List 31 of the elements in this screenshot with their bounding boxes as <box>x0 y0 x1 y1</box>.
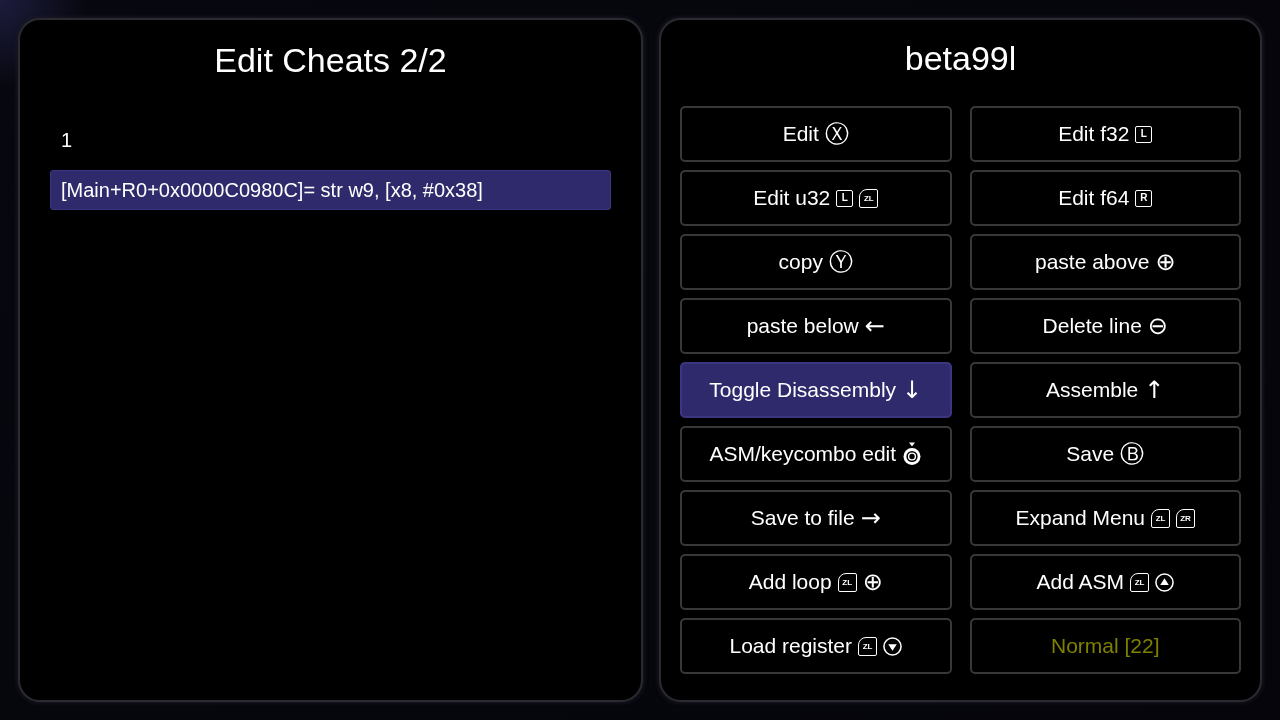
trigger-badge: ZL <box>1151 508 1171 528</box>
trigger-badge: ZL <box>837 572 857 592</box>
trigger-badge: ZR <box>1176 508 1196 528</box>
panel-title: Edit Cheats 2/2 <box>213 40 448 80</box>
menu-button[interactable]: Add loop ZL ⊕ <box>680 554 952 610</box>
menu-button[interactable]: Edit Ⓧ <box>680 106 952 162</box>
menu-button[interactable]: Add ASM ZL <box>969 554 1241 610</box>
menu-button[interactable]: Edit u32 L ZL <box>680 170 952 226</box>
status-button[interactable]: Normal [22] <box>969 618 1241 674</box>
code-line[interactable]: 1 <box>50 120 611 160</box>
joystick-icon <box>902 442 923 466</box>
menu-button[interactable]: Save Ⓑ <box>969 426 1241 482</box>
key-badge: L <box>1135 125 1153 143</box>
panel-title: beta99l <box>903 38 1018 78</box>
menu-button[interactable]: paste below ← <box>680 298 952 354</box>
key-badge: R <box>1135 189 1153 207</box>
menu-button[interactable]: Edit f64 R <box>969 170 1241 226</box>
menu-button[interactable]: Expand Menu ZL ZR <box>969 490 1241 546</box>
menu-button[interactable]: Save to file → <box>680 490 952 546</box>
key-badge: L <box>836 189 854 207</box>
menu-button[interactable]: Load register ZL <box>680 618 952 674</box>
trigger-badge: ZL <box>859 188 879 208</box>
menu-button[interactable]: ASM/keycombo edit <box>680 426 952 482</box>
trigger-badge: ZL <box>1130 572 1150 592</box>
menu-button[interactable]: Assemble ↑ <box>969 362 1241 418</box>
menu-button[interactable]: copy Ⓨ <box>680 234 952 290</box>
trigger-badge: ZL <box>858 636 878 656</box>
menu-button[interactable]: paste above ⊕ <box>969 234 1241 290</box>
menu-button[interactable]: Delete line ⊖ <box>969 298 1241 354</box>
menu-button[interactable]: Toggle Disassembly ↓ <box>680 362 952 418</box>
menu-button[interactable]: Edit f32 L <box>969 106 1241 162</box>
